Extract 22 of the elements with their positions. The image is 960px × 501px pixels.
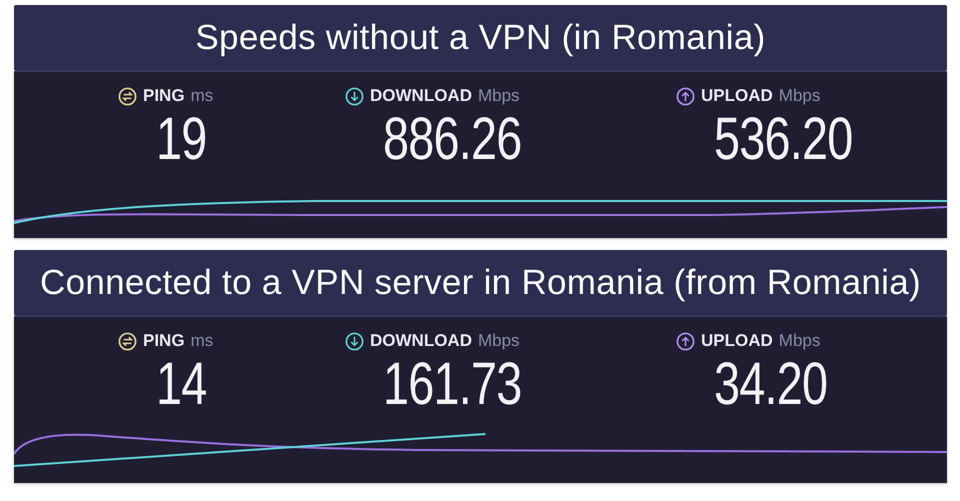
metric-unit: Mbps xyxy=(778,331,820,351)
metric-unit: Mbps xyxy=(478,331,520,351)
metric-value: 161.73 xyxy=(383,351,522,417)
exchange-icon xyxy=(118,86,137,106)
metric-label: UPLOAD xyxy=(701,331,773,351)
exchange-icon xyxy=(118,332,137,350)
metric-unit: Mbps xyxy=(778,86,820,106)
metric-label: PING xyxy=(143,331,185,351)
section-title: Speeds without a VPN (in Romania) xyxy=(195,18,766,58)
metric-label: DOWNLOAD xyxy=(370,86,472,106)
metric-value: 536.20 xyxy=(714,106,852,172)
metric-value: 14 xyxy=(156,351,206,417)
metric-unit: ms xyxy=(190,86,214,106)
metric-unit: ms xyxy=(190,331,214,351)
metric-label: PING xyxy=(143,86,185,106)
metric-value: 34.20 xyxy=(714,351,828,417)
metric-value: 19 xyxy=(156,106,206,172)
metric-label: UPLOAD xyxy=(701,86,773,106)
metric-unit: Mbps xyxy=(478,86,520,106)
section-title: Connected to a VPN server in Romania (from Romania) xyxy=(40,263,921,303)
metric-value: 886.26 xyxy=(383,106,522,172)
metric-label: DOWNLOAD xyxy=(370,331,472,351)
